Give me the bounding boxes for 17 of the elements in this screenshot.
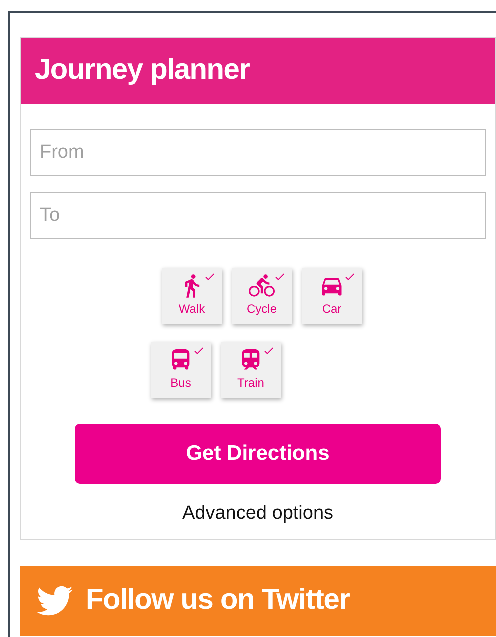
travel-mode-button[interactable]: Train bbox=[221, 342, 281, 398]
check-icon bbox=[344, 271, 356, 283]
panel-title: Journey planner bbox=[35, 53, 250, 88]
check-icon bbox=[263, 345, 275, 357]
check-icon bbox=[193, 345, 205, 357]
travel-mode-button[interactable]: Bus bbox=[151, 342, 211, 398]
travel-mode-button[interactable]: Cycle bbox=[232, 268, 292, 324]
twitter-title: Follow us on Twitter bbox=[86, 582, 350, 618]
check-icon bbox=[204, 271, 216, 283]
travel-mode-button[interactable]: Walk bbox=[162, 268, 222, 324]
check-icon bbox=[274, 271, 286, 283]
to-field[interactable]: To bbox=[30, 192, 486, 239]
travel-mode-button[interactable]: Car bbox=[302, 268, 362, 324]
advanced-options-link[interactable]: Advanced options bbox=[182, 500, 334, 528]
bicycle-icon bbox=[249, 273, 275, 299]
from-field[interactable]: From bbox=[30, 129, 486, 176]
get-directions-button[interactable]: Get Directions bbox=[75, 424, 441, 484]
